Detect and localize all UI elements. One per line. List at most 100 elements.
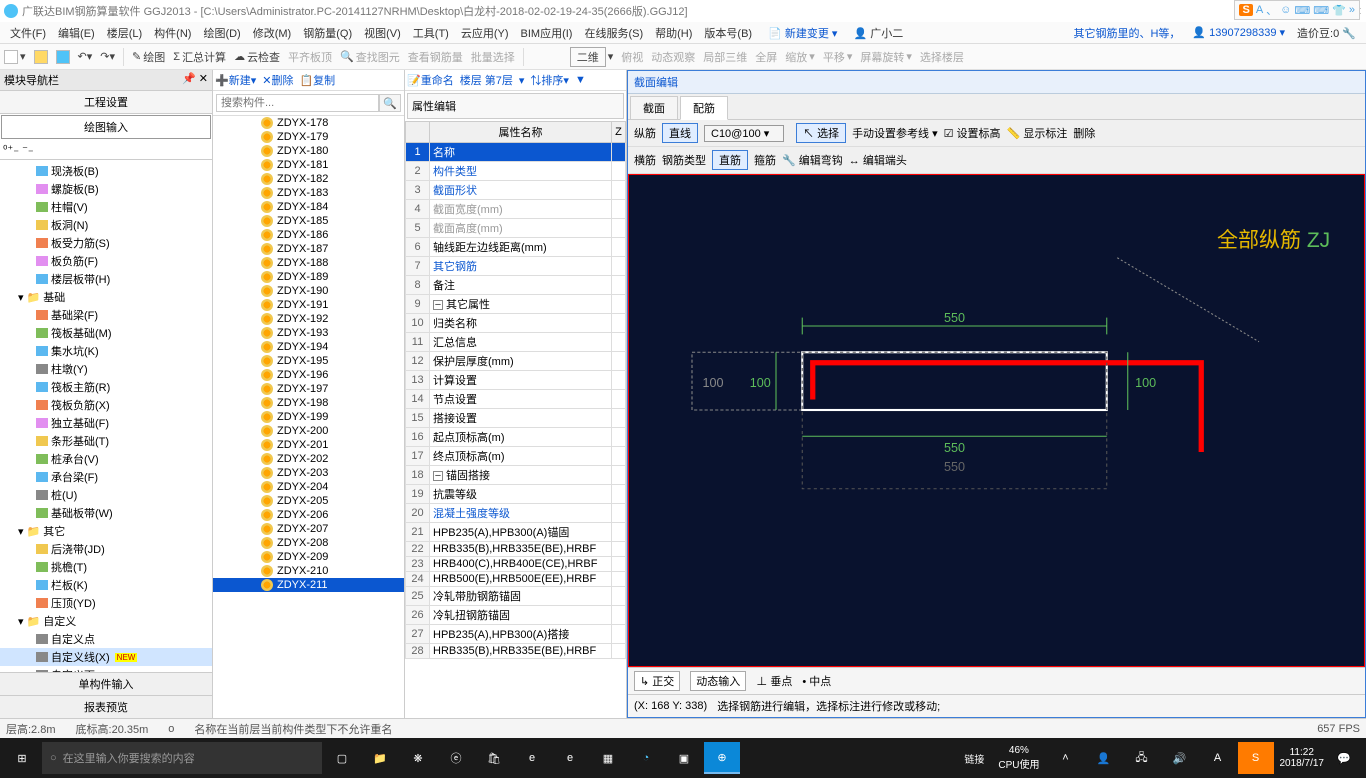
tb-cloud-check[interactable]: ☁ 云检查 (234, 49, 280, 65)
nav-item[interactable]: 基础梁(F) (0, 306, 212, 324)
menu-component[interactable]: 构件(N) (148, 25, 197, 41)
menu-draw[interactable]: 绘图(D) (197, 25, 246, 41)
prop-floor[interactable]: 楼层 第7层 (460, 72, 513, 88)
edit-hook[interactable]: 🔧 编辑弯钩 (782, 152, 843, 168)
app-icon-3[interactable]: ◔ (628, 742, 664, 774)
list-item[interactable]: ZDYX-202 (213, 452, 404, 466)
prop-row[interactable]: 14节点设置 (406, 390, 626, 409)
tb-view-rebar[interactable]: 查看钢筋量 (408, 49, 463, 65)
list-item[interactable]: ZDYX-208 (213, 536, 404, 550)
start-button[interactable]: ⊞ (4, 742, 40, 774)
perp-pt[interactable]: ⊥ 垂点 (756, 673, 792, 689)
info-text[interactable]: 其它钢筋里的、H等， (1067, 25, 1186, 41)
edge-old-icon[interactable]: ⓔ (438, 742, 474, 774)
nav-pin-icon[interactable]: 📌 ✕ (182, 72, 208, 88)
tb-open[interactable] (34, 50, 48, 64)
list-item[interactable]: ZDYX-197 (213, 382, 404, 396)
edit-end[interactable]: ↔ 编辑端头 (849, 152, 907, 168)
tb-orbit[interactable]: 动态观察 (651, 49, 695, 65)
nav-item[interactable]: 后浇带(JD) (0, 540, 212, 558)
list-item[interactable]: ZDYX-211 (213, 578, 404, 592)
tb-pan[interactable]: 平移▾ (823, 49, 853, 65)
menu-floor[interactable]: 楼层(L) (101, 25, 148, 41)
nav-symbols[interactable]: ⁰⁺₋ ⁻₋ (0, 140, 212, 160)
line-btn[interactable]: 直线 (662, 123, 698, 143)
taskbar-search[interactable]: ○ 在这里输入你要搜索的内容 (42, 742, 322, 774)
dyn-input-btn[interactable]: 动态输入 (690, 671, 746, 691)
prop-row[interactable]: 3截面形状 (406, 181, 626, 200)
tab-rebar-config[interactable]: 配筋 (680, 96, 728, 120)
tb-rotate[interactable]: 屏幕旋转▾ (860, 49, 912, 65)
list-item[interactable]: ZDYX-191 (213, 298, 404, 312)
menu-modify[interactable]: 修改(M) (247, 25, 298, 41)
notif-icon[interactable]: 💬 (1326, 742, 1362, 774)
list-item[interactable]: ZDYX-192 (213, 312, 404, 326)
prop-row[interactable]: 1名称 (406, 143, 626, 162)
nav-item[interactable]: ▾ 📁其它 (0, 522, 212, 540)
prop-filter[interactable]: ▼ (575, 74, 586, 86)
menu-cloud[interactable]: 云应用(Y) (455, 25, 515, 41)
tb-select-floor[interactable]: 选择楼层 (920, 49, 964, 65)
section-canvas[interactable]: 全部纵筋 ZJ 550 100 100 100 550 550 (628, 174, 1365, 667)
list-item[interactable]: ZDYX-204 (213, 480, 404, 494)
prop-row[interactable]: 18−锚固搭接 (406, 466, 626, 485)
stirrup-btn[interactable]: 箍筋 (754, 152, 776, 168)
bean-count[interactable]: 造价豆:0 🔧 (1291, 25, 1362, 41)
prop-row[interactable]: 27HPB235(A),HPB300(A)搭接 (406, 625, 626, 644)
nav-item[interactable]: 独立基础(F) (0, 414, 212, 432)
prop-row[interactable]: 17终点顶标高(m) (406, 447, 626, 466)
nav-item[interactable]: 桩(U) (0, 486, 212, 504)
nav-item[interactable]: 自定义线(X)NEW (0, 648, 212, 666)
taskview-icon[interactable]: ▢ (324, 742, 360, 774)
tb-redo[interactable]: ↷▾ (100, 50, 115, 63)
prop-row[interactable]: 26冷轧扭钢筋锚固 (406, 606, 626, 625)
list-item[interactable]: ZDYX-178 (213, 116, 404, 130)
tb-top-view[interactable]: 俯视 (621, 49, 643, 65)
rebar-spec[interactable]: C10@100 ▾ (704, 125, 784, 142)
user-label[interactable]: 👤 广小二 (847, 25, 909, 41)
nav-item[interactable]: 现浇板(B) (0, 162, 212, 180)
prop-row[interactable]: 24HRB500(E),HRB500E(EE),HRBF (406, 572, 626, 587)
list-item[interactable]: ZDYX-209 (213, 550, 404, 564)
list-item[interactable]: ZDYX-203 (213, 466, 404, 480)
nav-item[interactable]: 栏板(K) (0, 576, 212, 594)
nav-item[interactable]: 自定义点 (0, 630, 212, 648)
prop-row[interactable]: 20混凝土强度等级 (406, 504, 626, 523)
list-item[interactable]: ZDYX-206 (213, 508, 404, 522)
nav-item[interactable]: 桩承台(V) (0, 450, 212, 468)
nav-tree[interactable]: 现浇板(B)螺旋板(B)柱帽(V)板洞(N)板受力筋(S)板负筋(F)楼层板带(… (0, 160, 212, 672)
tb-new[interactable]: ▾ (4, 50, 26, 64)
app-icon-1[interactable]: ❋ (400, 742, 436, 774)
prop-row[interactable]: 2构件类型 (406, 162, 626, 181)
nav-item[interactable]: 筏板负筋(X) (0, 396, 212, 414)
list-item[interactable]: ZDYX-182 (213, 172, 404, 186)
prop-row[interactable]: 23HRB400(C),HRB400E(CE),HRBF (406, 557, 626, 572)
tb-batch-select[interactable]: 批量选择 (471, 49, 515, 65)
menu-bim[interactable]: BIM应用(I) (515, 25, 579, 41)
tray-ime-s[interactable]: S (1238, 742, 1274, 774)
tb-local-3d[interactable]: 局部三维 (703, 49, 747, 65)
prop-row[interactable]: 16起点顶标高(m) (406, 428, 626, 447)
prop-row[interactable]: 15搭接设置 (406, 409, 626, 428)
list-item[interactable]: ZDYX-181 (213, 158, 404, 172)
new-change-btn[interactable]: 📄 新建变更 ▾ (762, 25, 843, 41)
tab-draw-input[interactable]: 绘图输入 (1, 115, 211, 139)
nav-item[interactable]: 板负筋(F) (0, 252, 212, 270)
menu-rebar[interactable]: 钢筋量(Q) (297, 25, 358, 41)
tb-2d[interactable]: 二维▾ (570, 47, 614, 67)
app-icon-4[interactable]: ▣ (666, 742, 702, 774)
prop-row[interactable]: 12保护层厚度(mm) (406, 352, 626, 371)
list-item[interactable]: ZDYX-200 (213, 424, 404, 438)
list-item[interactable]: ZDYX-186 (213, 228, 404, 242)
cpu-usage[interactable]: 46%CPU使用 (998, 745, 1039, 771)
folder-icon[interactable]: 📁 (362, 742, 398, 774)
tb-save[interactable] (56, 50, 70, 64)
tb-find[interactable]: 🔍 查找图元 (340, 49, 400, 65)
list-item[interactable]: ZDYX-180 (213, 144, 404, 158)
list-item[interactable]: ZDYX-194 (213, 340, 404, 354)
tab-single-input[interactable]: 单构件输入 (0, 672, 212, 695)
prop-row[interactable]: 11汇总信息 (406, 333, 626, 352)
menu-tools[interactable]: 工具(T) (407, 25, 455, 41)
nav-item[interactable]: 条形基础(T) (0, 432, 212, 450)
tab-report-preview[interactable]: 报表预览 (0, 695, 212, 718)
